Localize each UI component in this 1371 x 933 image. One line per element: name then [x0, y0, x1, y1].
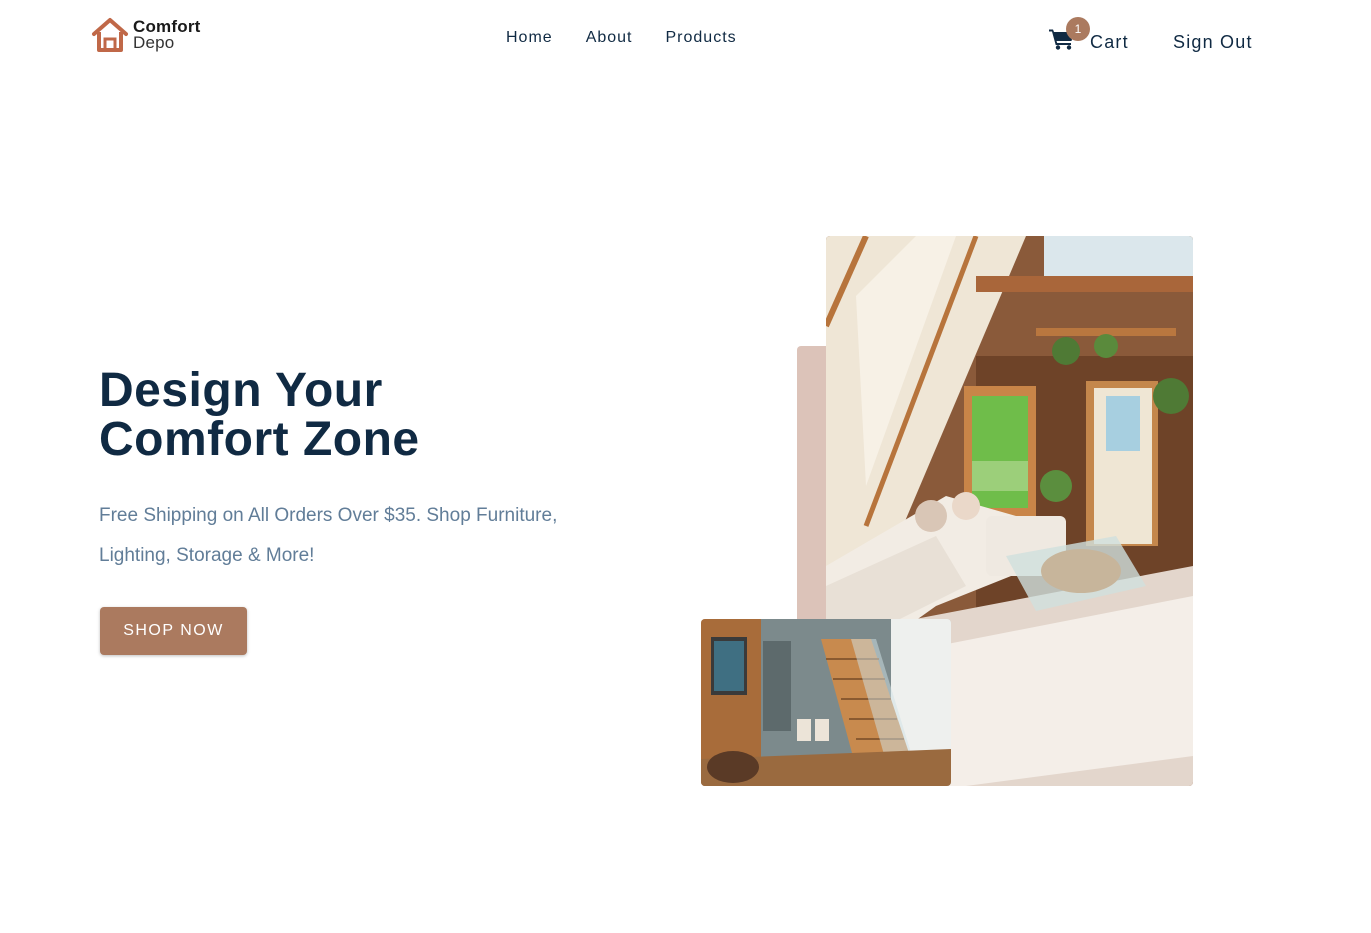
- hero-subtitle: Free Shipping on All Orders Over $35. Sh…: [99, 505, 558, 566]
- hero-title-line2: Comfort Zone: [99, 413, 420, 466]
- hero-title: Design Your Comfort Zone: [99, 366, 559, 464]
- logo[interactable]: Comfort Depo: [91, 17, 201, 53]
- shop-now-button[interactable]: SHOP NOW: [100, 607, 247, 655]
- sign-out-button[interactable]: Sign Out: [1173, 32, 1253, 53]
- hero-title-line1: Design Your: [99, 364, 383, 417]
- cart-icon: 1: [1049, 16, 1090, 53]
- nav-link-about[interactable]: About: [586, 29, 633, 47]
- main-nav: Home About Products: [506, 29, 737, 47]
- house-icon: [92, 18, 128, 52]
- nav-link-home[interactable]: Home: [506, 29, 553, 47]
- cart-count-badge: 1: [1066, 16, 1090, 41]
- staircase-photo: [701, 619, 951, 786]
- page: Comfort Depo Home About Products 1 Cart …: [0, 0, 1371, 933]
- nav-link-products[interactable]: Products: [666, 29, 737, 47]
- logo-line2: Depo: [133, 33, 175, 52]
- logo-text: Comfort Depo: [133, 18, 201, 52]
- cart-label: Cart: [1090, 32, 1129, 52]
- cart-link[interactable]: 1 Cart: [1049, 16, 1129, 53]
